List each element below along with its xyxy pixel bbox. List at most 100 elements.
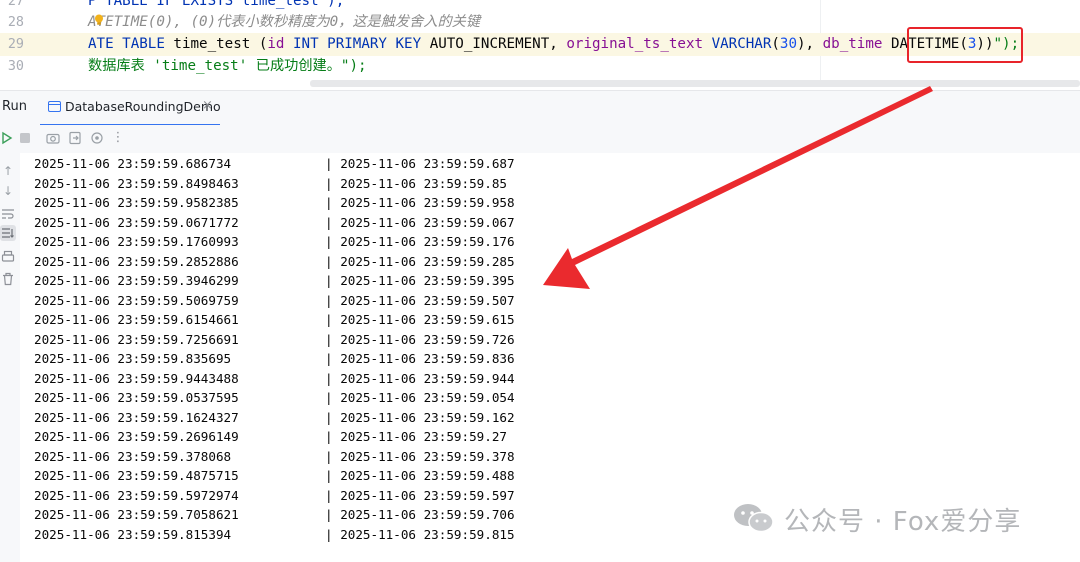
- console-row: 2025-11-06 23:59:59.0671772 | 2025-11-06 …: [34, 213, 515, 233]
- db-timestamp: 2025-11-06 23:59:59.597: [340, 487, 515, 503]
- console-row: 2025-11-06 23:59:59.7256691 | 2025-11-06 …: [34, 330, 515, 350]
- console-icon: [48, 101, 61, 112]
- close-tab-icon[interactable]: ×: [202, 98, 213, 113]
- original-timestamp: 2025-11-06 23:59:59.4875715: [34, 468, 239, 483]
- rerun-icon[interactable]: [0, 130, 16, 146]
- console-row: 2025-11-06 23:59:59.378068 | 2025-11-06 2…: [34, 447, 515, 467]
- db-timestamp-cell: | 2025-11-06 23:59:59.285: [325, 252, 515, 272]
- console-row: 2025-11-06 23:59:59.5972974 | 2025-11-06 …: [34, 486, 515, 506]
- column-separator: |: [325, 156, 333, 171]
- console-row: 2025-11-06 23:59:59.7058621 | 2025-11-06 …: [34, 505, 515, 525]
- code-token: INT PRIMARY KEY: [293, 36, 430, 52]
- db-timestamp: 2025-11-06 23:59:59.958: [340, 195, 515, 210]
- db-timestamp-cell: | 2025-11-06 23:59:59.958: [325, 193, 515, 213]
- original-timestamp: 2025-11-06 23:59:59.835695: [34, 351, 232, 366]
- db-timestamp-cell: | 2025-11-06 23:59:59.615: [325, 310, 515, 330]
- db-timestamp: 2025-11-06 23:59:59.378: [340, 448, 515, 464]
- column-separator: |: [325, 312, 333, 327]
- column-separator: |: [325, 487, 333, 503]
- run-toolbar: ⋮: [0, 125, 1080, 153]
- code-token: db_time: [822, 36, 891, 52]
- soft-wrap-icon[interactable]: [0, 206, 16, 222]
- console-row: 2025-11-06 23:59:59.815394 | 2025-11-06 2…: [34, 525, 515, 545]
- db-timestamp: 2025-11-06 23:59:59.285: [340, 253, 515, 269]
- stop-icon[interactable]: [17, 130, 33, 146]
- db-timestamp-cell: | 2025-11-06 23:59:59.836: [325, 349, 515, 369]
- code-token: ),: [797, 36, 823, 52]
- db-timestamp: 2025-11-06 23:59:59.726: [340, 331, 515, 347]
- db-timestamp: 2025-11-06 23:59:59.687: [340, 156, 515, 171]
- column-separator: |: [325, 429, 333, 444]
- camera-icon[interactable]: [45, 130, 61, 146]
- code-text: ATE TABLE time_test (id INT PRIMARY KEY …: [88, 33, 1019, 56]
- line-number: 28: [7, 15, 24, 30]
- watermark-text: 公众号 · Fox爱分享: [784, 507, 1022, 537]
- original-timestamp: 2025-11-06 23:59:59.9443488: [34, 370, 239, 386]
- db-timestamp: 2025-11-06 23:59:59.488: [340, 468, 515, 483]
- code-token: P TABLE IF EXISTS time_test");: [88, 0, 345, 9]
- up-arrow-icon[interactable]: ↑: [0, 163, 16, 179]
- db-timestamp: 2025-11-06 23:59:59.815: [340, 526, 515, 542]
- more-icon[interactable]: ⋮: [110, 130, 126, 146]
- db-timestamp-cell: | 2025-11-06 23:59:59.726: [325, 330, 515, 350]
- original-timestamp: 2025-11-06 23:59:59.0537595: [34, 390, 239, 405]
- tab-label: DatabaseRoundingDemo: [65, 99, 221, 114]
- console-row: 2025-11-06 23:59:59.686734 | 2025-11-06 2…: [34, 154, 515, 174]
- column-separator: |: [325, 448, 333, 464]
- db-timestamp-cell: | 2025-11-06 23:59:59.687: [325, 154, 515, 174]
- code-token: time_test: [173, 36, 259, 52]
- column-separator: |: [325, 234, 333, 249]
- code-token: ATETIME(0), (0)代表小数秒精度为0，这是触发舍入的关键: [88, 14, 481, 30]
- original-timestamp: 2025-11-06 23:59:59.0671772: [34, 214, 239, 230]
- column-separator: |: [325, 292, 333, 308]
- console-row: 2025-11-06 23:59:59.2696149 | 2025-11-06 …: [34, 427, 507, 447]
- db-timestamp-cell: | 2025-11-06 23:59:59.488: [325, 466, 515, 486]
- code-line[interactable]: 30 数据库表 'time_test' 已成功创建。");: [0, 55, 1080, 78]
- lightbulb-icon[interactable]: [94, 14, 104, 26]
- db-timestamp: 2025-11-06 23:59:59.067: [340, 214, 515, 230]
- db-timestamp: 2025-11-06 23:59:59.85: [340, 175, 507, 191]
- line-number: 29: [7, 37, 24, 52]
- column-separator: |: [325, 331, 333, 347]
- column-separator: |: [325, 468, 333, 483]
- column-separator: |: [325, 526, 333, 542]
- code-text: ATETIME(0), (0)代表小数秒精度为0，这是触发舍入的关键: [88, 11, 480, 34]
- print-icon[interactable]: [0, 249, 16, 265]
- settings-icon[interactable]: [89, 130, 105, 146]
- code-editor[interactable]: 27 P TABLE IF EXISTS time_test"); 28 ATETIM…: [0, 0, 1080, 88]
- console-row: 2025-11-06 23:59:59.0537595 | 2025-11-06 …: [34, 388, 515, 408]
- column-separator: |: [325, 507, 333, 522]
- original-timestamp: 2025-11-06 23:59:59.686734: [34, 156, 232, 171]
- code-token: VARCHAR: [711, 36, 772, 52]
- db-timestamp: 2025-11-06 23:59:59.162: [340, 409, 515, 425]
- console-row: 2025-11-06 23:59:59.8498463 | 2025-11-06 …: [34, 174, 507, 194]
- column-separator: |: [325, 351, 333, 366]
- code-token: (: [959, 36, 968, 52]
- trash-icon[interactable]: [0, 271, 16, 287]
- console-row: 2025-11-06 23:59:59.3946299 | 2025-11-06 …: [34, 271, 515, 291]
- wechat-logo-icon: [734, 504, 774, 533]
- export-icon[interactable]: [67, 130, 83, 146]
- down-arrow-icon[interactable]: ↓: [0, 183, 16, 199]
- original-timestamp: 2025-11-06 23:59:59.2852886: [34, 253, 239, 269]
- db-timestamp-cell: | 2025-11-06 23:59:59.378: [325, 447, 515, 467]
- db-timestamp-cell: | 2025-11-06 23:59:59.054: [325, 388, 515, 408]
- scroll-to-end-icon[interactable]: [0, 225, 16, 241]
- db-timestamp: 2025-11-06 23:59:59.395: [340, 273, 515, 288]
- column-separator: |: [325, 214, 333, 230]
- editor-horizontal-scrollbar[interactable]: [310, 80, 1080, 87]
- code-line[interactable]: 29 ATE TABLE time_test (id INT PRIMARY KE…: [0, 33, 1080, 56]
- original-timestamp: 2025-11-06 23:59:59.5972974: [34, 487, 239, 503]
- console-side-toolbar: ↑ ↓: [0, 153, 20, 562]
- code-line[interactable]: 28 ATETIME(0), (0)代表小数秒精度为0，这是触发舍入的关键: [0, 11, 1080, 34]
- column-separator: |: [325, 195, 333, 210]
- original-timestamp: 2025-11-06 23:59:59.5069759: [34, 292, 239, 308]
- db-timestamp: 2025-11-06 23:59:59.507: [340, 292, 515, 308]
- code-token: ");: [993, 36, 1020, 52]
- db-timestamp-cell: | 2025-11-06 23:59:59.27: [325, 427, 507, 447]
- line-number: 30: [7, 59, 24, 74]
- code-token: )): [976, 36, 994, 52]
- column-separator: |: [325, 175, 333, 191]
- tab-database-rounding-demo[interactable]: DatabaseRoundingDemo ×: [40, 91, 221, 126]
- code-token: original_ts_text: [566, 36, 712, 52]
